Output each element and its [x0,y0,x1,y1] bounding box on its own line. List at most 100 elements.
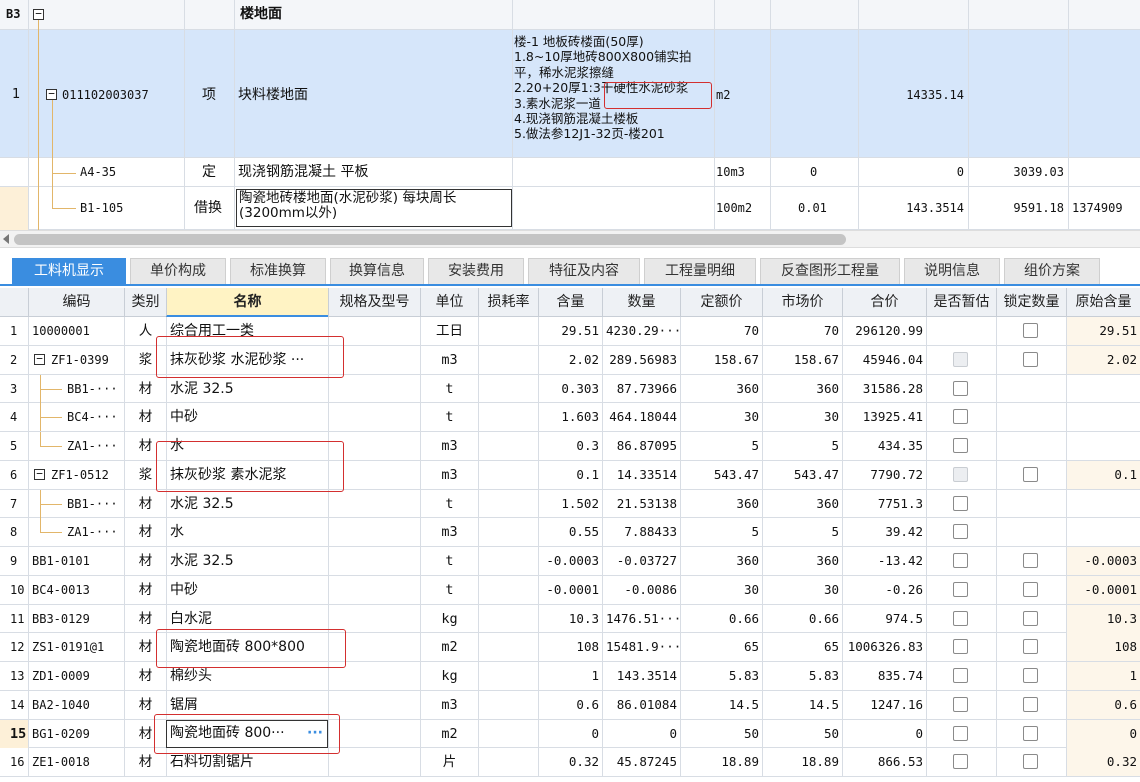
cell-estimate[interactable] [926,719,996,748]
cell-content[interactable]: 1 [538,662,602,690]
cell-name[interactable]: 水泥 32.5 [166,489,328,518]
cell-lock-qty[interactable] [996,690,1066,719]
estimate-checkbox[interactable] [953,725,968,741]
table-row[interactable]: 12 ZS1-0191@1 材陶瓷地面砖 800*800 m2 108 15481.9··… [0,633,1140,662]
tab-install-fee[interactable]: 安装费用 [428,258,524,284]
cell-estimate[interactable] [926,662,996,690]
header-col-quota-price[interactable]: 定额价 [680,288,762,317]
cell-name[interactable]: 水 [166,518,328,547]
header-col-market-price[interactable]: 市场价 [762,288,842,317]
header-col-total[interactable]: 合价 [842,288,926,317]
table-row[interactable]: 10 BC4-0013 材中砂 t -0.0001 -0.0086 30 30 -0.26 -0.… [0,575,1140,605]
estimate-checkbox[interactable] [953,553,968,568]
cell-lock-qty[interactable] [996,719,1066,748]
tab-quantity-detail[interactable]: 工程量明细 [644,258,756,284]
estimate-checkbox[interactable] [953,581,968,597]
estimate-checkbox[interactable] [953,754,968,770]
cell-estimate[interactable] [926,547,996,575]
header-col-lock-qty[interactable]: 锁定数量 [996,288,1066,317]
cell-content[interactable]: 0.303 [538,374,602,403]
cell-estimate[interactable] [926,604,996,633]
header-col-quantity[interactable]: 数量 [602,288,680,317]
cell-content[interactable]: 29.51 [538,317,602,345]
tab-features[interactable]: 特征及内容 [528,258,640,284]
cell-content[interactable]: 0.32 [538,748,602,777]
cell-lock-qty[interactable] [996,547,1066,575]
table-row[interactable]: 4 BC4-··· 材中砂 t 1.603 464.18044 30 30 13925.41 [0,403,1140,432]
cell-estimate[interactable] [926,575,996,604]
lock-quantity-checkbox[interactable] [1023,466,1038,482]
cell-lock-qty[interactable] [996,489,1066,518]
cell-name[interactable]: 水泥 32.5 [166,547,328,575]
cell-estimate[interactable] [926,690,996,719]
estimate-checkbox[interactable] [953,639,968,655]
tab-description[interactable]: 说明信息 [904,258,1000,284]
lock-quantity-checkbox[interactable] [1023,668,1038,683]
lock-quantity-checkbox[interactable] [1023,725,1038,741]
lock-quantity-checkbox[interactable] [1023,323,1038,338]
header-col-original-content[interactable]: 原始含量 [1066,288,1140,317]
table-row[interactable]: 3 BB1-··· 材水泥 32.5 t 0.303 87.73966 360 360 3158… [0,374,1140,404]
sub-row[interactable]: A4-35 定 现浇钢筋混凝土 平板 10m3 0 0 3039.03 [0,158,1140,187]
cell-name[interactable]: 石料切割锯片 [166,748,328,777]
cell-estimate[interactable] [926,489,996,518]
cell-content[interactable]: 0 [538,719,602,748]
header-col-name[interactable]: 名称 [166,288,328,317]
table-row[interactable]: 1 10000001 人综合用工一类 工日 29.51 4230.29··· 70 70 296… [0,317,1140,346]
ellipsis-button[interactable]: ··· [307,721,323,746]
table-row[interactable]: 2− ZF1-0399 浆抹灰砂浆 水泥砂浆 ··· m3 2.02 289.56983 1… [0,345,1140,375]
header-col-loss-rate[interactable]: 损耗率 [478,288,538,317]
tab-labor-material-machine[interactable]: 工料机显示 [12,258,126,284]
header-col-unit[interactable]: 单位 [420,288,478,317]
cell-estimate[interactable] [926,460,996,489]
cell-name[interactable]: 中砂 [166,575,328,604]
cell-content[interactable]: 0.6 [538,690,602,719]
cell-lock-qty[interactable] [996,374,1066,403]
cell-lock-qty[interactable] [996,518,1066,547]
item-description[interactable]: 楼-1 地板砖楼面(50厚) 1.8~10厚地砖800X800铺实拍 平，稀水泥… [514,34,714,142]
cell-name[interactable]: 中砂 [166,403,328,432]
cell-content[interactable]: -0.0001 [538,575,602,604]
cell-content[interactable]: -0.0003 [538,547,602,575]
lock-quantity-checkbox[interactable] [1023,351,1038,367]
sub-name[interactable]: 陶瓷地砖楼地面(水泥砂浆) 每块周长(3200mm以外) [236,189,512,227]
cell-lock-qty[interactable] [996,662,1066,690]
cell-estimate[interactable] [926,432,996,460]
cell-name[interactable]: 白水泥 [166,604,328,633]
cell-estimate[interactable] [926,518,996,547]
table-row[interactable]: 5 ZA1-··· 材水 m3 0.3 86.87095 5 5 434.35 [0,432,1140,461]
lock-quantity-checkbox[interactable] [1023,696,1038,712]
cell-lock-qty[interactable] [996,345,1066,374]
cell-estimate[interactable] [926,317,996,345]
lock-quantity-checkbox[interactable] [1023,639,1038,655]
estimate-checkbox[interactable] [953,668,968,683]
cell-content[interactable]: 2.02 [538,345,602,374]
tab-unit-price[interactable]: 单价构成 [130,258,226,284]
header-col-spec[interactable]: 规格及型号 [328,288,420,317]
sub-row[interactable]: B1-105 借换 陶瓷地砖楼地面(水泥砂浆) 每块周长(3200mm以外) 1… [0,187,1140,230]
cell-estimate[interactable] [926,374,996,403]
cell-lock-qty[interactable] [996,604,1066,633]
table-row[interactable]: 9 BB1-0101 材水泥 32.5 t -0.0003 -0.03727 360 360-… [0,547,1140,576]
horizontal-scrollbar[interactable] [0,230,1140,248]
table-row[interactable]: 14 BA2-1040 材锯屑 m3 0.6 86.01084 14.5 14.5 1247.1… [0,690,1140,720]
cell-content[interactable]: 1.502 [538,489,602,518]
scroll-thumb[interactable] [14,234,846,245]
cell-content[interactable]: 0.3 [538,432,602,460]
tab-reverse-lookup[interactable]: 反查图形工程量 [760,258,900,284]
cell-estimate[interactable] [926,403,996,432]
cell-content[interactable]: 10.3 [538,604,602,633]
cell-content[interactable]: 0.1 [538,460,602,489]
estimate-checkbox[interactable] [953,524,968,540]
lock-quantity-checkbox[interactable] [1023,610,1038,626]
cell-lock-qty[interactable] [996,748,1066,777]
cell-name[interactable]: 锯屑 [166,690,328,719]
header-col-content[interactable]: 含量 [538,288,602,317]
scroll-left-icon[interactable] [3,234,9,244]
cell-estimate[interactable] [926,748,996,777]
table-row[interactable]: 6− ZF1-0512 浆抹灰砂浆 素水泥浆 m3 0.1 14.33514 543.47 5… [0,460,1140,490]
header-col-category[interactable]: 类别 [124,288,166,317]
cell-lock-qty[interactable] [996,317,1066,345]
cell-name[interactable]: 陶瓷地面砖 800··· ··· [166,719,328,748]
collapse-icon[interactable]: − [34,353,45,365]
